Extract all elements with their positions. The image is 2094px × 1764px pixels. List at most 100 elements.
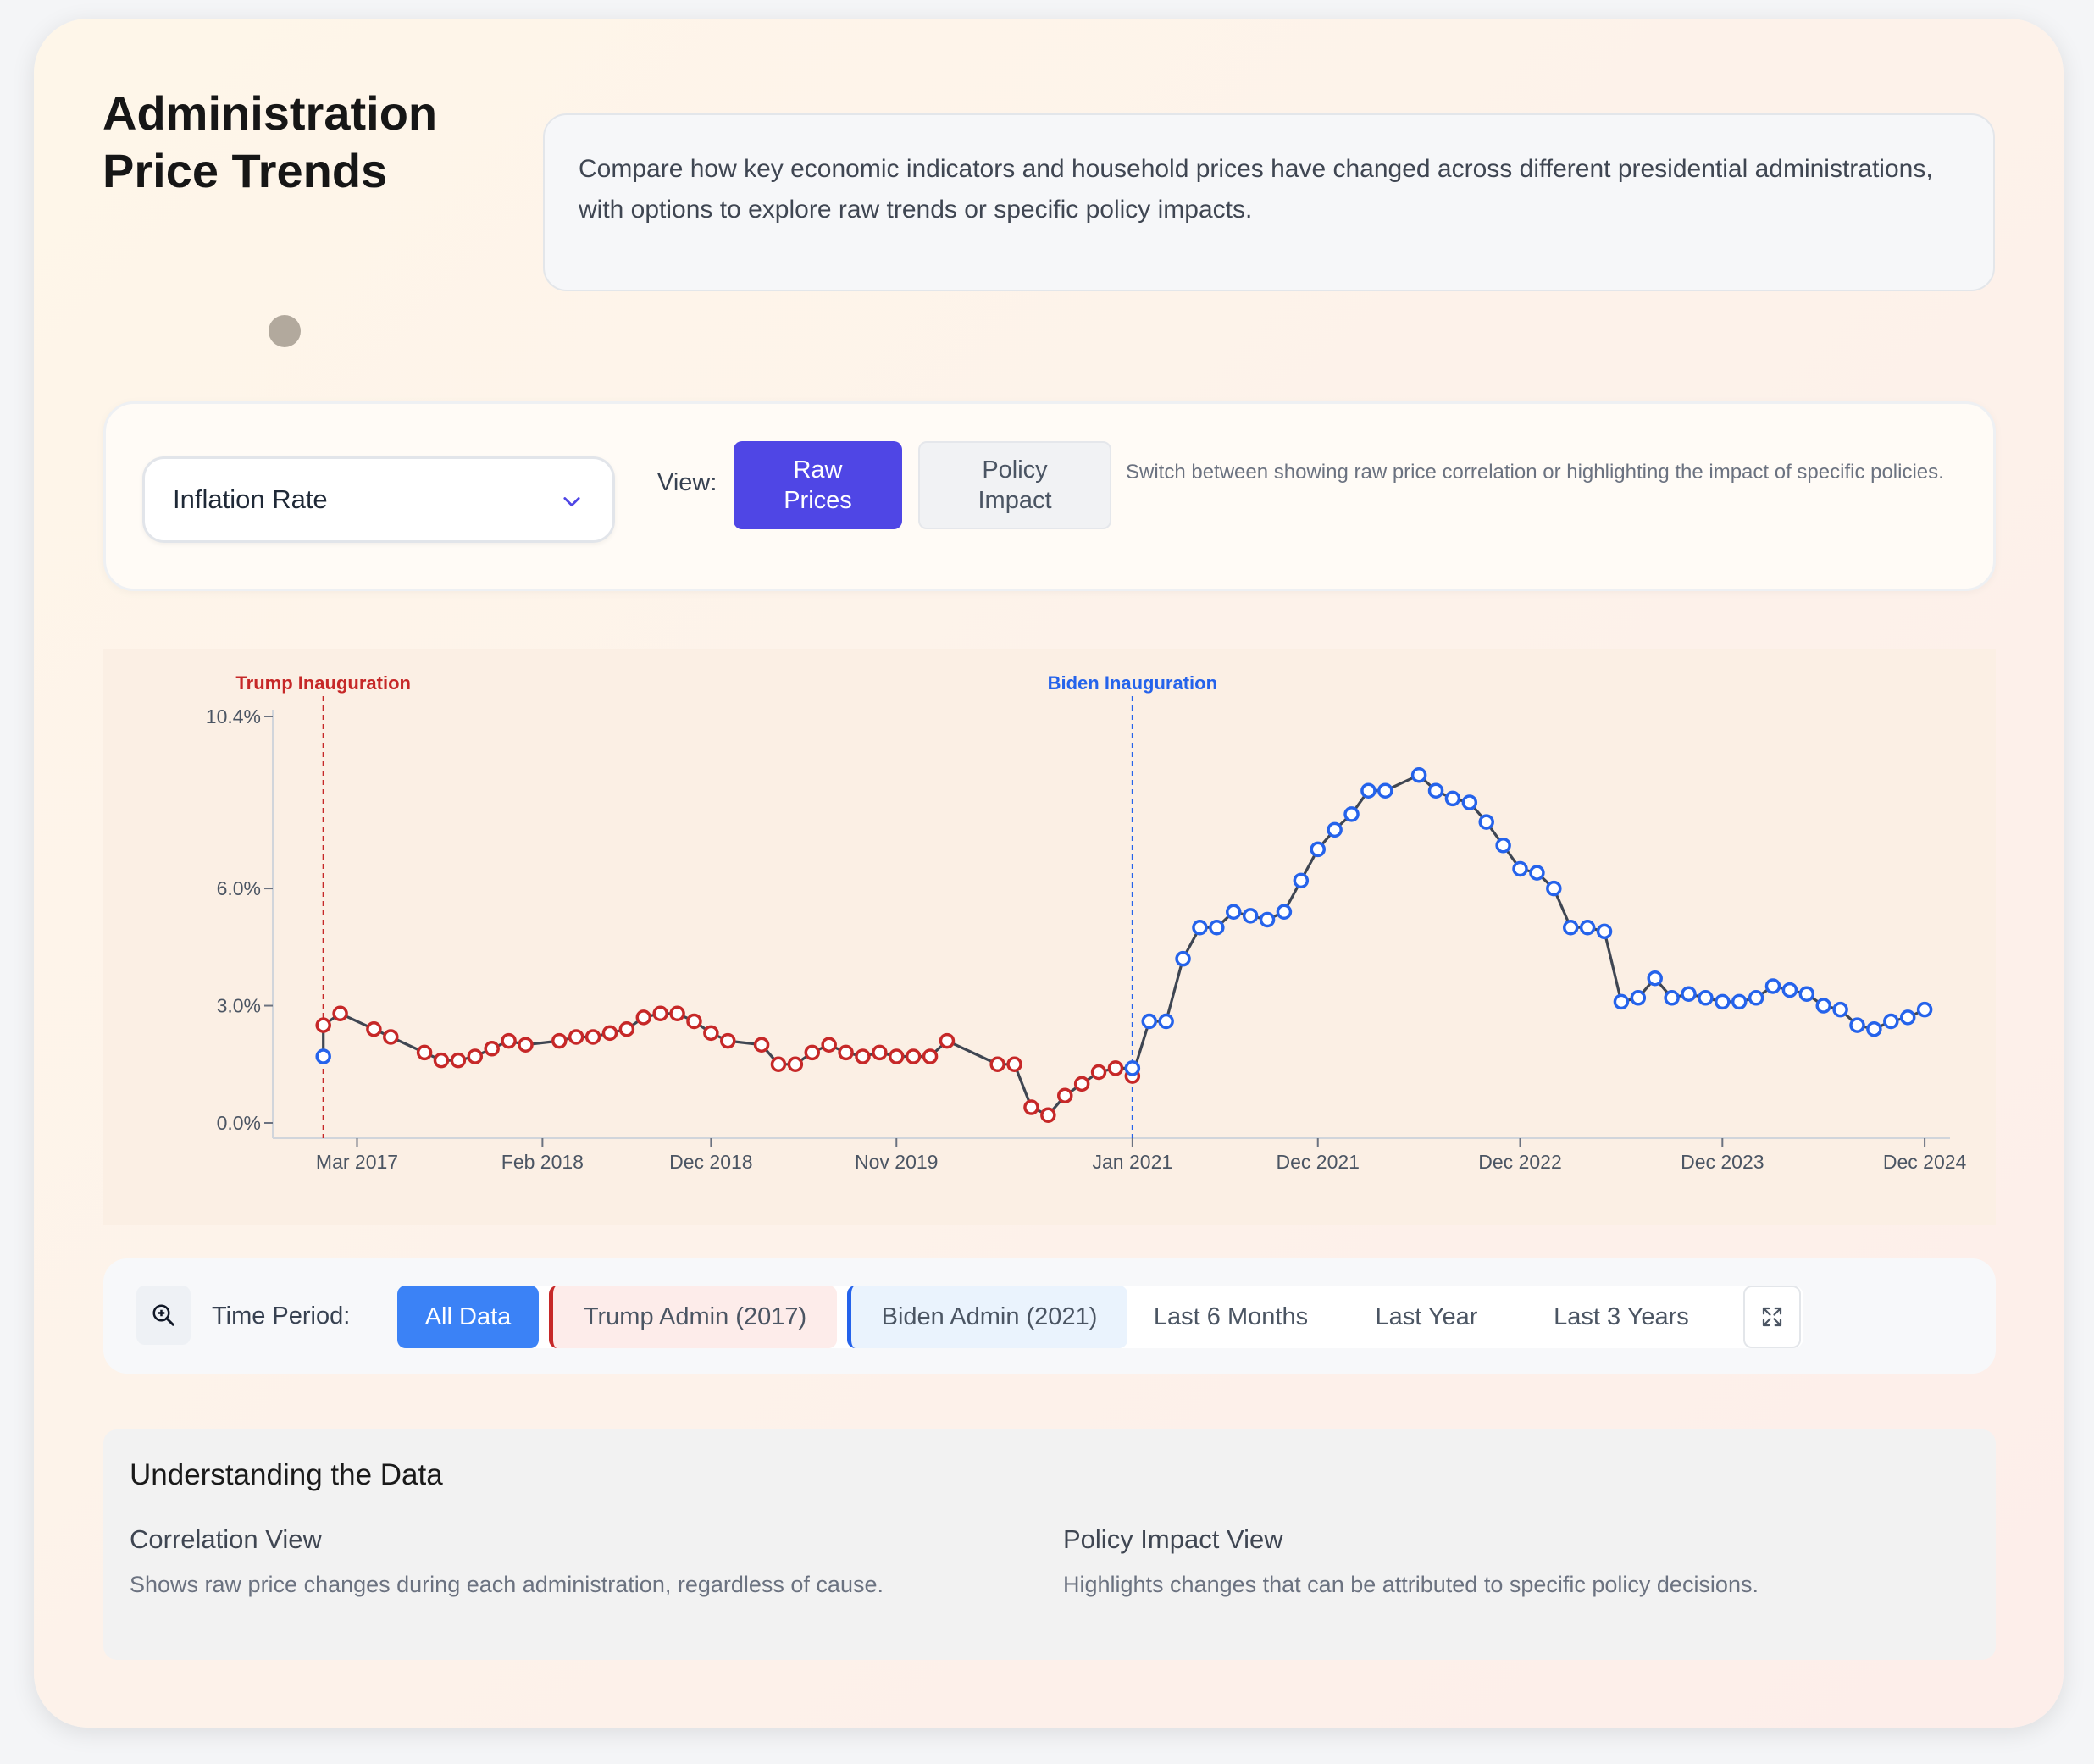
period-last-6-months[interactable]: Last 6 Months [1133, 1286, 1329, 1348]
biden-data-point [1343, 806, 1360, 822]
biden-data-point [1715, 993, 1731, 1010]
time-period-label: Time Period: [212, 1302, 351, 1330]
biden-data-point [1866, 1020, 1882, 1037]
policy-impact-view-text: Highlights changes that can be attribute… [1063, 1572, 1759, 1597]
trump-data-point [922, 1048, 939, 1064]
understanding-title: Understanding the Data [130, 1458, 443, 1491]
trump-data-point [821, 1037, 837, 1053]
trump-data-point [1006, 1056, 1022, 1073]
biden-data-point [1748, 990, 1764, 1006]
biden-data-point [1276, 904, 1293, 921]
period-biden-admin[interactable]: Biden Admin (2021) [847, 1286, 1127, 1348]
period-last-year[interactable]: Last Year [1329, 1286, 1524, 1348]
expand-button[interactable] [1743, 1286, 1801, 1348]
trump-data-point [501, 1032, 517, 1049]
correlation-view-text: Shows raw price changes during each admi… [130, 1572, 884, 1597]
trump-data-point [332, 1005, 348, 1022]
biden-data-point [1141, 1013, 1157, 1030]
trump-data-point [635, 1009, 652, 1026]
biden-data-point [1124, 1060, 1141, 1076]
x-tick-label: Feb 2018 [501, 1151, 584, 1173]
correlation-view-info: Correlation View Shows raw price changes… [130, 1524, 1019, 1598]
biden-data-point [1327, 821, 1343, 838]
trump-data-point [703, 1025, 719, 1042]
time-period-options: All Data Trump Admin (2017) Biden Admin … [397, 1286, 1803, 1348]
biden-data-point [1225, 904, 1242, 921]
biden-data-point [1242, 908, 1259, 924]
trump-data-point [872, 1044, 888, 1061]
period-all-data[interactable]: All Data [397, 1286, 539, 1348]
biden-data-point [1444, 790, 1461, 807]
biden-data-point [1529, 865, 1545, 881]
biden-data-point [1664, 990, 1680, 1006]
trump-data-point [366, 1020, 382, 1037]
understanding-section: Understanding the Data Correlation View … [103, 1429, 1996, 1660]
biden-data-point [1360, 782, 1377, 799]
zoom-button[interactable] [136, 1286, 191, 1345]
description-box: Compare how key economic indicators and … [543, 113, 1995, 291]
biden-data-point [1916, 1001, 1933, 1018]
trump-data-point [416, 1044, 433, 1061]
trump-data-point [753, 1037, 770, 1053]
inauguration-label: Trump Inauguration [235, 672, 411, 694]
trump-data-point [787, 1056, 804, 1073]
trump-data-point [652, 1005, 668, 1022]
x-tick-label: Mar 2017 [316, 1151, 398, 1173]
biden-data-point [1681, 986, 1697, 1002]
trump-data-point [905, 1048, 922, 1064]
x-tick-label: Jan 2021 [1093, 1151, 1173, 1173]
biden-data-point [1562, 919, 1579, 936]
page-title-line-1: Administration [102, 86, 438, 140]
trump-data-point [1057, 1087, 1073, 1103]
trump-data-point [1023, 1099, 1039, 1115]
biden-data-point [1310, 841, 1326, 858]
trump-data-point [855, 1048, 871, 1064]
x-tick-label: Dec 2023 [1681, 1151, 1764, 1173]
trump-data-point [770, 1056, 787, 1073]
trump-data-point [989, 1056, 1005, 1073]
biden-data-point [1781, 982, 1798, 998]
biden-data-point [1512, 860, 1528, 877]
series-line [322, 773, 1925, 1117]
trump-data-point [669, 1005, 685, 1022]
biden-data-point [1883, 1013, 1899, 1030]
biden-data-point [1596, 923, 1613, 940]
trump-data-point [720, 1032, 736, 1049]
status-dot [269, 315, 301, 347]
trump-data-point [939, 1032, 956, 1049]
biden-data-point [1209, 919, 1225, 936]
biden-data-point [1630, 990, 1647, 1006]
biden-data-point [1158, 1013, 1174, 1030]
trump-data-point [433, 1052, 450, 1069]
trump-data-point [450, 1052, 467, 1069]
trump-data-point [804, 1044, 821, 1061]
y-tick-label: 10.4% [206, 705, 261, 727]
period-trump-admin[interactable]: Trump Admin (2017) [549, 1286, 837, 1348]
period-last-3-years[interactable]: Last 3 Years [1524, 1286, 1719, 1348]
trump-data-point [551, 1032, 568, 1049]
biden-data-point [315, 1048, 331, 1064]
trump-data-point [518, 1037, 534, 1053]
policy-impact-button[interactable]: Policy Impact [918, 441, 1111, 529]
biden-data-point [1798, 986, 1815, 1002]
biden-data-point [1478, 814, 1494, 830]
biden-data-point [1410, 766, 1427, 783]
trump-data-point [1090, 1064, 1107, 1081]
indicator-select[interactable]: Inflation Rate [142, 456, 615, 543]
trump-data-point [1073, 1076, 1090, 1092]
raw-prices-button[interactable]: Raw Prices [734, 441, 902, 529]
trump-data-point [568, 1029, 584, 1045]
biden-data-point [1832, 1001, 1848, 1018]
y-tick-label: 3.0% [217, 995, 261, 1017]
y-tick-label: 0.0% [217, 1112, 261, 1134]
biden-data-point [1427, 782, 1444, 799]
biden-data-point [1698, 990, 1714, 1006]
chevron-down-icon [563, 497, 580, 507]
trump-data-point [484, 1041, 500, 1057]
indicator-select-value: Inflation Rate [173, 484, 328, 514]
expand-icon [1762, 1307, 1782, 1327]
page-title: Administration Price Trends [102, 85, 509, 200]
policy-impact-view-title: Policy Impact View [1063, 1524, 1283, 1554]
zoom-in-icon [152, 1304, 174, 1326]
biden-data-point [1546, 880, 1562, 897]
